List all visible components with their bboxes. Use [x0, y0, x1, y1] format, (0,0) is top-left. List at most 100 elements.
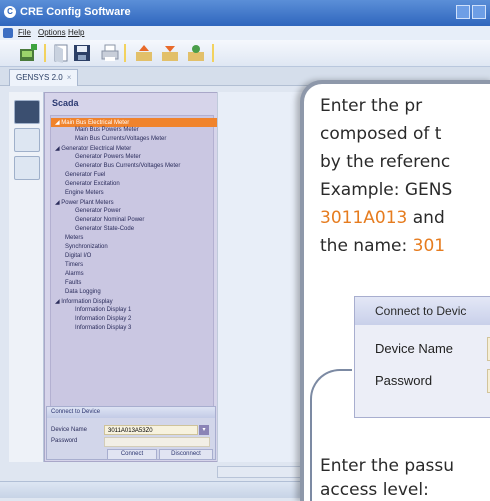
tree-item[interactable]: Generator Powers Meter — [75, 154, 141, 160]
app-logo-icon: C — [4, 6, 16, 18]
callout-highlight-text: 301 — [412, 236, 446, 256]
new-device-icon[interactable] — [18, 43, 38, 63]
callout-text-line: by the referenc — [320, 152, 450, 172]
tree-item[interactable]: Information Display 1 — [75, 307, 131, 313]
callout-text: the name: — [320, 236, 413, 256]
zoomed-password-label: Password — [375, 373, 433, 388]
tree-item[interactable]: Generator Nominal Power — [75, 217, 144, 223]
tree-item-label: Alarms — [65, 271, 84, 277]
horizontal-scrollbar[interactable] — [217, 466, 309, 478]
tree-item[interactable]: Synchronization — [65, 244, 108, 250]
tree-item-label: Digital I/O — [65, 253, 92, 259]
menu-options[interactable]: Options — [38, 28, 66, 37]
save-icon[interactable] — [72, 43, 92, 63]
tab-gensys[interactable]: GENSYS 2.0 × — [9, 69, 79, 86]
panel-title: Scada — [52, 98, 79, 108]
tree-item-label: Data Logging — [65, 289, 101, 295]
tools-section-icon[interactable] — [14, 156, 40, 180]
tree-item-label: Generator Nominal Power — [75, 217, 145, 223]
open-file-icon[interactable] — [52, 43, 72, 63]
tree-item-label: Information Display 1 — [75, 307, 132, 313]
app-menu-icon[interactable] — [3, 28, 13, 38]
tree-item-label: Faults — [65, 280, 82, 286]
maximize-button[interactable] — [472, 5, 486, 19]
tree-item-label: Generator Power — [75, 208, 121, 214]
minimize-button[interactable] — [456, 5, 470, 19]
tree-item[interactable]: Digital I/O — [65, 253, 91, 259]
tree-item-label: Generator Powers Meter — [75, 154, 141, 160]
tree-item[interactable]: Faults — [65, 280, 81, 286]
connect-button[interactable]: Connect — [107, 449, 157, 460]
tab-label: GENSYS 2.0 — [16, 73, 63, 82]
tree-item[interactable]: Generator Bus Currents/Voltages Meter — [75, 163, 180, 169]
configuration-section-icon[interactable] — [14, 128, 40, 152]
tree-item-label: Information Display 2 — [75, 316, 132, 322]
tree-item-label: Engine Meters — [65, 190, 104, 196]
tree-item[interactable]: ◢ Generator Electrical Meter — [55, 145, 131, 152]
password-field[interactable] — [104, 437, 210, 447]
tree-item[interactable]: Data Logging — [65, 289, 101, 295]
window-title: CRE Config Software — [20, 6, 131, 18]
tree-item[interactable]: Alarms — [65, 271, 84, 277]
tree-item[interactable]: Generator Fuel — [65, 172, 105, 178]
callout-text-line: 3011A013 and — [320, 208, 445, 228]
tree-item-label: Generator Electrical Meter — [61, 146, 132, 152]
callout-access-level-text: access level: — [320, 480, 429, 500]
device-name-field[interactable]: 3011A013A53Z0 — [104, 425, 198, 435]
device-name-label: Device Name — [51, 427, 88, 433]
tree-item[interactable]: Timers — [65, 262, 83, 268]
callout-highlight-text: 3011A013 — [320, 208, 408, 228]
tree-item-label: Generator Excitation — [65, 181, 120, 187]
tree-item-label: Synchronization — [65, 244, 108, 250]
callout-text-line: Enter the pr — [320, 96, 422, 116]
callout-text: composed of t — [320, 124, 442, 144]
tree-item-label: Main Bus Currents/Voltages Meter — [75, 136, 167, 142]
tree-item-label: Generator Bus Currents/Voltages Meter — [75, 163, 181, 169]
tree-item[interactable]: Generator State-Code — [75, 226, 134, 232]
tree-item[interactable]: Meters — [65, 235, 83, 241]
toolbar-separator — [44, 44, 46, 62]
tree-item[interactable]: ◢ Main Bus Electrical Meter — [51, 118, 217, 127]
tree-item-label: Generator State-Code — [75, 226, 135, 232]
compare-icon[interactable] — [186, 43, 206, 63]
tree-item[interactable]: Generator Excitation — [65, 181, 120, 187]
disconnect-button[interactable]: Disconnect — [159, 449, 213, 460]
zoomed-connect-header: Connect to Devic — [355, 297, 490, 325]
download-from-device-icon[interactable] — [134, 43, 154, 63]
tree-item-label: Information Display 3 — [75, 325, 132, 331]
close-tab-icon[interactable]: × — [67, 73, 72, 82]
tree-item[interactable]: Main Bus Powers Meter — [75, 127, 139, 133]
password-label: Password — [51, 438, 78, 444]
menu-file[interactable]: File — [18, 28, 31, 37]
callout-text-line: Example: GENS — [320, 180, 452, 200]
zoom-callout: Enter the pr composed of t by the referenc… — [300, 80, 490, 501]
scada-section-icon[interactable] — [14, 100, 40, 124]
callout-password-text: Enter the passu — [320, 456, 455, 476]
upload-to-device-icon[interactable] — [160, 43, 180, 63]
tree-item-label: Main Bus Electrical Meter — [61, 120, 130, 126]
callout-text: by the referenc — [320, 152, 451, 172]
connect-panel-header[interactable]: Connect to Device — [47, 407, 215, 418]
zoomed-device-name-label: Device Name — [375, 341, 454, 356]
tree-item[interactable]: Information Display 2 — [75, 316, 131, 322]
toolbar-separator — [212, 44, 214, 62]
tree-item[interactable]: Information Display 3 — [75, 325, 131, 331]
tree-item[interactable]: Engine Meters — [65, 190, 104, 196]
tree-item-label: Generator Fuel — [65, 172, 106, 178]
tree-item-label: Power Plant Meters — [61, 200, 114, 206]
print-icon[interactable] — [100, 43, 120, 63]
menu-help[interactable]: Help — [68, 28, 84, 37]
toolbar — [0, 40, 490, 67]
tree-item[interactable]: Main Bus Currents/Voltages Meter — [75, 136, 166, 142]
callout-text-line: composed of t — [320, 124, 441, 144]
callout-text: and — [407, 208, 445, 228]
tree-item[interactable]: Generator Power — [75, 208, 121, 214]
callout-text: Example: GENS — [320, 180, 453, 200]
tree-item[interactable]: ◢ Information Display — [55, 298, 113, 305]
tree-item[interactable]: ◢ Power Plant Meters — [55, 199, 114, 206]
main-content-area — [217, 92, 308, 462]
callout-text-line: the name: 301 — [320, 236, 445, 256]
connect-to-device-panel: Connect to Device Device Name 3011A013A5… — [46, 406, 216, 460]
chevron-down-icon[interactable]: ▾ — [199, 425, 209, 435]
tree-item-label: Meters — [65, 235, 84, 241]
